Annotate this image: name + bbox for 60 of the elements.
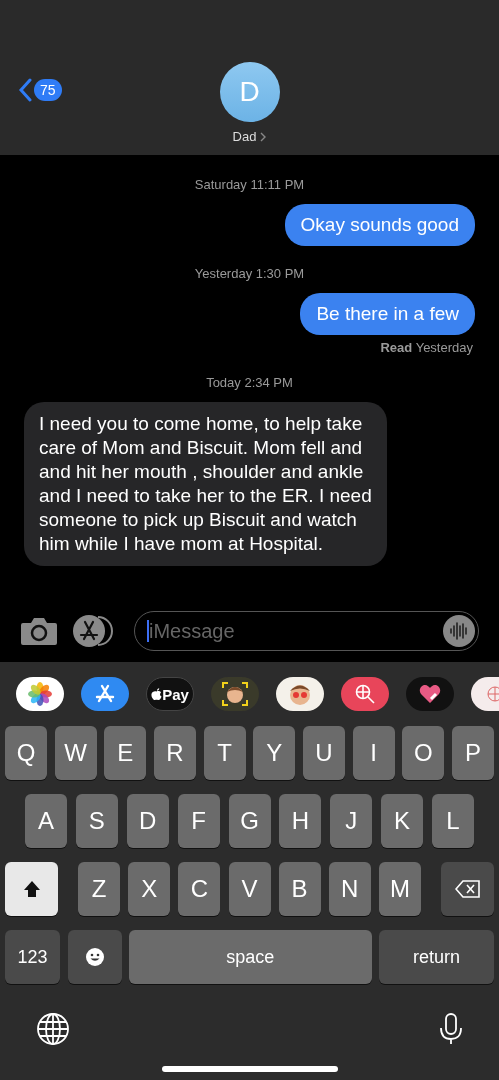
- up-arrow-icon: [21, 879, 42, 899]
- keyboard-key[interactable]: G: [228, 794, 271, 848]
- keyboard-key[interactable]: J: [330, 794, 373, 848]
- apple-logo-icon: [151, 687, 163, 701]
- memoji-app-icon[interactable]: [211, 677, 259, 711]
- keyboard-key[interactable]: Q: [5, 726, 47, 780]
- keyboard-key[interactable]: O: [402, 726, 445, 780]
- keyboard-key[interactable]: N: [328, 862, 371, 916]
- app-store-icon[interactable]: [81, 677, 129, 711]
- keyboard-key[interactable]: F: [177, 794, 220, 848]
- keyboard-key[interactable]: Y: [253, 726, 296, 780]
- keyboard-key[interactable]: S: [75, 794, 118, 848]
- keyboard-key[interactable]: T: [203, 726, 246, 780]
- heart-app-icon[interactable]: [406, 677, 454, 711]
- keyboard-key[interactable]: H: [279, 794, 322, 848]
- keyboard-key[interactable]: P: [451, 726, 494, 780]
- keyboard-key[interactable]: K: [381, 794, 424, 848]
- globe-icon[interactable]: [36, 1012, 70, 1046]
- back-chevron-icon[interactable]: [18, 78, 32, 102]
- memoji-stickers-icon[interactable]: [276, 677, 324, 711]
- space-key[interactable]: space: [129, 930, 372, 984]
- keyboard-key[interactable]: L: [432, 794, 474, 848]
- smiley-icon: [84, 947, 105, 967]
- message-timestamp: Yesterday 1:30 PM: [193, 266, 306, 281]
- keyboard-key[interactable]: U: [302, 726, 345, 780]
- unread-count-badge[interactable]: 75: [34, 79, 62, 101]
- message-timestamp: Today 2:34 PM: [205, 375, 294, 390]
- delete-key[interactable]: [441, 862, 494, 916]
- return-key[interactable]: return: [379, 930, 494, 984]
- keyboard-key[interactable]: M: [378, 862, 421, 916]
- received-message-bubble: I need you to come home, to help take care of Mom and Biscuit. Mom fell and and hit her mouth , shoulder and ankle and I need to take her to the ER. I need someone to pick up Biscuit and watch him while I have mom at Hospital.: [24, 402, 387, 566]
- app-store-icon[interactable]: [72, 614, 114, 648]
- read-receipt: Read Yesterday: [380, 340, 474, 355]
- emoji-key[interactable]: [67, 930, 122, 984]
- audio-waveform-icon[interactable]: [443, 615, 475, 647]
- contact-name[interactable]: Dad: [232, 129, 267, 144]
- keyboard-key[interactable]: X: [128, 862, 171, 916]
- chevron-right-icon: [260, 131, 267, 142]
- keyboard-key[interactable]: D: [126, 794, 169, 848]
- keyboard-key[interactable]: Z: [78, 862, 121, 916]
- keyboard-key[interactable]: E: [104, 726, 147, 780]
- camera-icon[interactable]: [20, 616, 58, 646]
- image-search-icon[interactable]: [341, 677, 389, 711]
- keyboard-key[interactable]: W: [54, 726, 97, 780]
- keyboard-key[interactable]: V: [228, 862, 271, 916]
- shift-key[interactable]: [5, 862, 58, 916]
- message-timestamp: Saturday 11:11 PM: [193, 177, 306, 192]
- keyboard-key[interactable]: I: [352, 726, 395, 780]
- microphone-icon[interactable]: [439, 1012, 463, 1046]
- photos-app-icon[interactable]: [16, 677, 64, 711]
- keyboard-key[interactable]: R: [153, 726, 196, 780]
- keyboard-key[interactable]: A: [25, 794, 67, 848]
- backspace-icon: [454, 880, 481, 898]
- message-input-field[interactable]: iMessage: [134, 611, 479, 651]
- sent-message-bubble: Okay sounds good: [284, 204, 475, 246]
- keyboard-key[interactable]: C: [178, 862, 221, 916]
- keyboard-key[interactable]: B: [278, 862, 321, 916]
- numbers-key[interactable]: 123: [5, 930, 60, 984]
- apple-pay-button[interactable]: Pay: [146, 677, 194, 711]
- sent-message-bubble: Be there in a few: [300, 293, 475, 335]
